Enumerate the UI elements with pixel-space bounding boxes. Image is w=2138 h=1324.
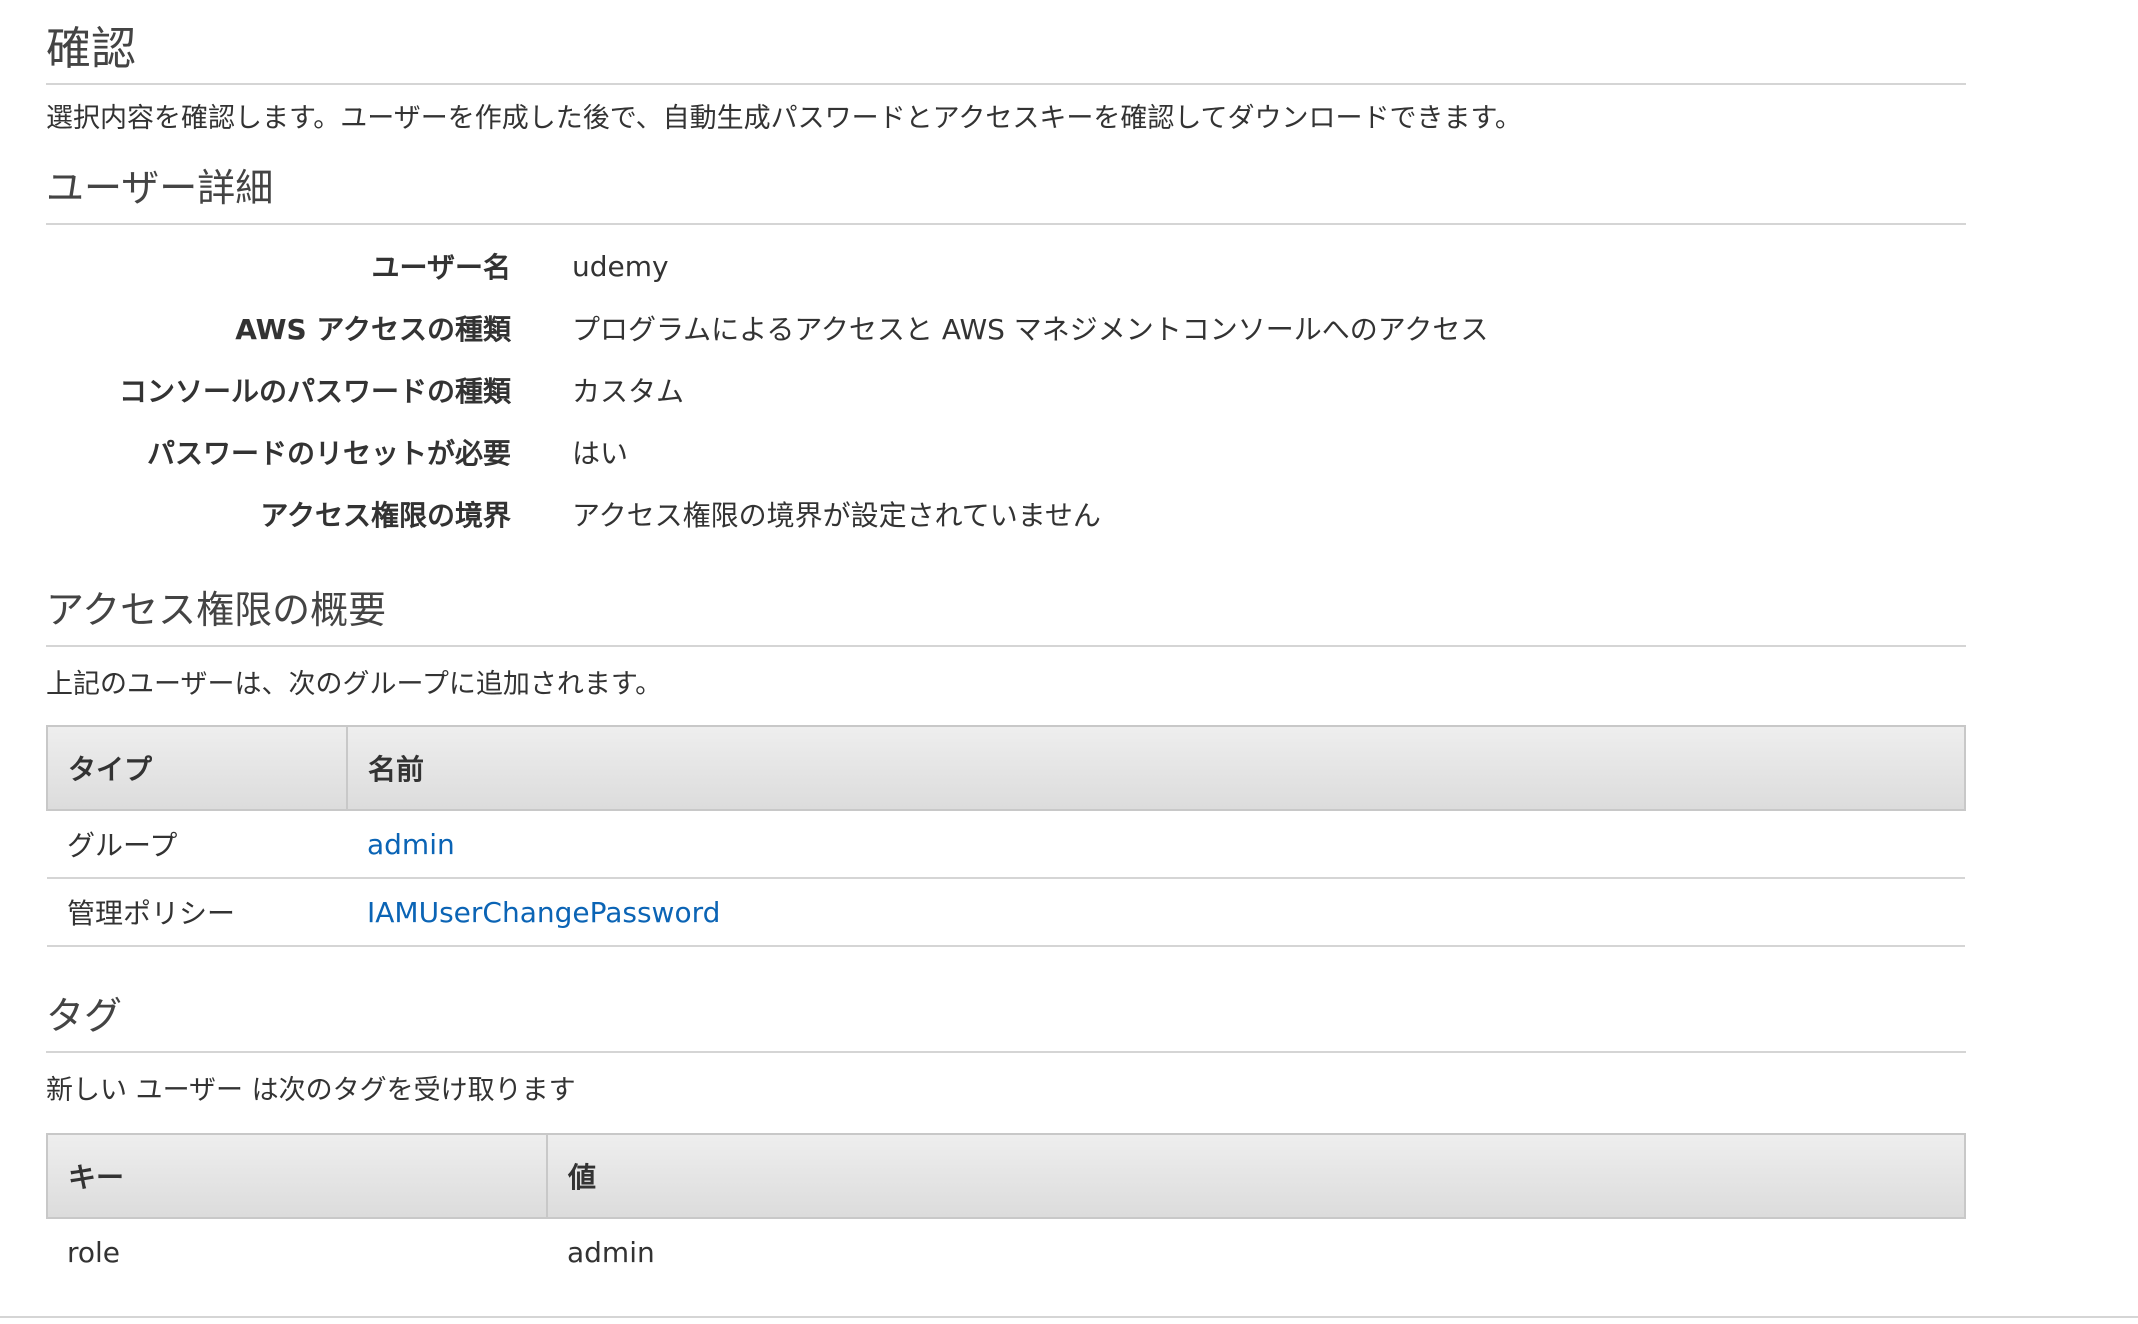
detail-value: はい — [572, 437, 629, 470]
table-row: グループ admin — [47, 810, 1965, 879]
detail-label: AWS アクセスの種類 — [235, 313, 511, 346]
detail-row-access-type: AWS アクセスの種類 プログラムによるアクセスと AWS マネジメントコンソー… — [46, 297, 1966, 359]
tags-description: 新しい ユーザー は次のタグを受け取ります — [46, 1075, 576, 1106]
detail-label: アクセス権限の境界 — [260, 499, 511, 532]
detail-row-password-reset: パスワードのリセットが必要 はい — [46, 421, 1966, 483]
permissions-heading: アクセス権限の概要 — [46, 585, 1966, 647]
column-header-type: タイプ — [46, 725, 348, 811]
table-header-row: キー 値 — [46, 1133, 1966, 1219]
tags-heading: タグ — [46, 991, 1966, 1053]
table-row: 管理ポリシー IAMUserChangePassword — [47, 878, 1965, 947]
user-details-list: ユーザー名 udemy AWS アクセスの種類 プログラムによるアクセスと AW… — [46, 235, 1966, 545]
detail-row-username: ユーザー名 udemy — [46, 235, 1966, 297]
group-admin-link[interactable]: admin — [367, 828, 455, 861]
detail-label: コンソールのパスワードの種類 — [118, 375, 511, 408]
tags-table: キー 値 role admin — [46, 1133, 1966, 1285]
tag-value: admin — [567, 1235, 655, 1269]
table-header-row: タイプ 名前 — [46, 725, 1966, 811]
permission-type: グループ — [47, 810, 347, 879]
detail-value: プログラムによるアクセスと AWS マネジメントコンソールへのアクセス — [572, 313, 1489, 346]
column-header-name: 名前 — [346, 725, 1966, 811]
detail-value: カスタム — [572, 375, 685, 408]
permissions-description: 上記のユーザーは、次のグループに追加されます。 — [46, 669, 663, 700]
permission-name-cell: admin — [347, 810, 1965, 879]
policy-iam-user-change-password-link[interactable]: IAMUserChangePassword — [367, 896, 720, 929]
table-row: role admin — [47, 1218, 1965, 1285]
detail-label: パスワードのリセットが必要 — [146, 437, 511, 470]
detail-row-permission-boundary: アクセス権限の境界 アクセス権限の境界が設定されていません — [46, 483, 1966, 545]
permissions-table: タイプ 名前 グループ admin 管理ポリシー IAMUserChangePa… — [46, 725, 1966, 947]
tag-key: role — [67, 1235, 121, 1269]
detail-value: udemy — [572, 249, 669, 283]
permission-type: 管理ポリシー — [47, 878, 347, 947]
column-header-value: 値 — [546, 1133, 1966, 1219]
page-title: 確認 — [46, 0, 1966, 85]
column-header-key: キー — [46, 1133, 548, 1219]
user-details-heading: ユーザー詳細 — [46, 163, 1966, 225]
page-intro: 選択内容を確認します。ユーザーを作成した後で、自動生成パスワードとアクセスキーを… — [46, 103, 1522, 134]
review-page: 確認 選択内容を確認します。ユーザーを作成した後で、自動生成パスワードとアクセス… — [46, 0, 1966, 1285]
detail-value: アクセス権限の境界が設定されていません — [572, 499, 1101, 532]
detail-row-password-type: コンソールのパスワードの種類 カスタム — [46, 359, 1966, 421]
detail-label: ユーザー名 — [371, 251, 511, 284]
bottom-divider — [0, 1316, 2138, 1318]
permission-name-cell: IAMUserChangePassword — [347, 878, 1965, 947]
